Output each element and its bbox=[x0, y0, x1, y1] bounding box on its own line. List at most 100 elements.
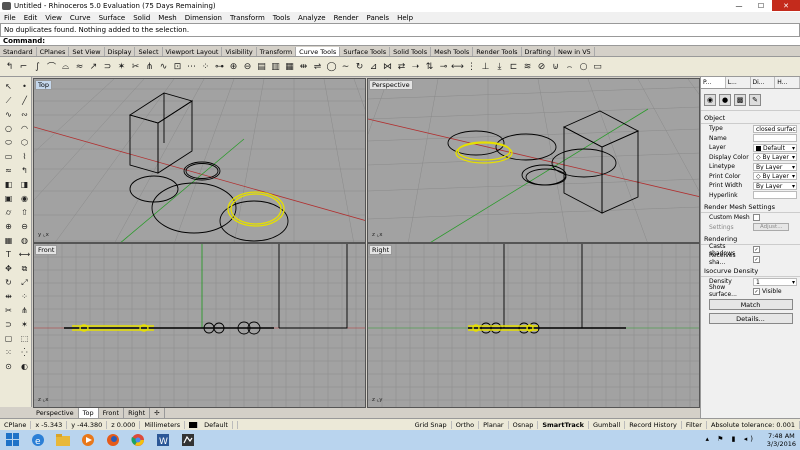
box-icon[interactable]: ▣ bbox=[2, 192, 15, 205]
viewport-front[interactable]: Front z ⌞x bbox=[33, 243, 366, 408]
bolean-2d-icon[interactable]: ⊍ bbox=[550, 60, 561, 73]
cylinder-icon[interactable]: ⌭ bbox=[2, 206, 15, 219]
extend-curve-icon[interactable]: ↗ bbox=[88, 60, 99, 73]
ends-icon[interactable]: ⊸ bbox=[438, 60, 449, 73]
connect-curves-icon[interactable]: ⌒ bbox=[46, 60, 57, 73]
point-icon[interactable]: • bbox=[18, 80, 31, 93]
ellipse-icon[interactable]: ⬭ bbox=[2, 136, 15, 149]
menu-solid[interactable]: Solid bbox=[129, 14, 154, 22]
surface-icon[interactable]: ◧ bbox=[2, 178, 15, 191]
display-color-dropdown[interactable]: ◇ By Layer bbox=[753, 153, 797, 162]
blend-curves-icon[interactable]: ∫ bbox=[32, 60, 43, 73]
tab-visibility[interactable]: Visibility bbox=[222, 47, 257, 56]
object-props-icon[interactable]: ◉ bbox=[704, 93, 716, 106]
split-left-icon[interactable]: ⋔ bbox=[18, 304, 31, 317]
tab-select[interactable]: Select bbox=[135, 47, 163, 56]
copy-icon[interactable]: ⧉ bbox=[18, 262, 31, 275]
front-objects[interactable] bbox=[64, 244, 348, 335]
menu-curve[interactable]: Curve bbox=[66, 14, 95, 22]
decal-icon[interactable]: ✎ bbox=[749, 93, 761, 106]
close-button[interactable]: ✕ bbox=[772, 0, 800, 11]
menu-analyze[interactable]: Analyze bbox=[294, 14, 330, 22]
refit-icon[interactable]: ⊿ bbox=[368, 60, 379, 73]
viewport-top[interactable]: Top y ⌞x bbox=[33, 78, 366, 243]
print-width-dropdown[interactable]: By Layer bbox=[753, 181, 797, 190]
tab-set-view[interactable]: Set View bbox=[69, 47, 105, 56]
points-off-icon[interactable]: ⁛ bbox=[18, 346, 31, 359]
arc-blend-icon[interactable]: ⌓ bbox=[60, 60, 71, 73]
interp-curve-icon[interactable]: ∾ bbox=[18, 108, 31, 121]
analyze-icon[interactable]: ⊙ bbox=[2, 360, 15, 373]
menu-dimension[interactable]: Dimension bbox=[181, 14, 226, 22]
status-gumball[interactable]: Gumball bbox=[589, 420, 626, 429]
fit-curve-icon[interactable]: ⊡ bbox=[172, 60, 183, 73]
right-objects[interactable] bbox=[468, 244, 626, 334]
group-icon[interactable]: ▢ bbox=[2, 332, 15, 345]
vp-tab-add[interactable]: ✢ bbox=[150, 408, 165, 418]
adjust-button[interactable]: Adjust... bbox=[753, 223, 790, 232]
cap-icon[interactable]: ⌢ bbox=[564, 60, 575, 73]
rectangle-icon[interactable]: ▭ bbox=[2, 150, 15, 163]
match-curve-icon[interactable]: ⇌ bbox=[312, 60, 323, 73]
project-icon[interactable]: ⊥ bbox=[480, 60, 491, 73]
join-left-icon[interactable]: ⊃ bbox=[2, 318, 15, 331]
mesh-icon[interactable]: ▦ bbox=[2, 234, 15, 247]
insert-knot-icon[interactable]: ⊕ bbox=[228, 60, 239, 73]
split-icon[interactable]: ⋔ bbox=[144, 60, 155, 73]
dimension-icon[interactable]: ⟷ bbox=[18, 248, 31, 261]
layer-dropdown[interactable]: Default bbox=[753, 143, 797, 152]
status-planar[interactable]: Planar bbox=[479, 420, 509, 429]
details-button[interactable]: Details... bbox=[708, 313, 793, 324]
polyline-icon[interactable]: ⟋ bbox=[2, 94, 15, 107]
status-smarttrack[interactable]: SmartTrack bbox=[538, 420, 589, 429]
density-field[interactable]: 1 bbox=[753, 277, 797, 286]
panel-tab-layers[interactable]: L... bbox=[726, 77, 751, 88]
vp-tab-front[interactable]: Front bbox=[99, 408, 125, 418]
status-ortho[interactable]: Ortho bbox=[452, 420, 480, 429]
menu-mesh[interactable]: Mesh bbox=[154, 14, 180, 22]
trim-left-icon[interactable]: ✂ bbox=[2, 304, 15, 317]
freeform-icon[interactable]: ⌇ bbox=[18, 150, 31, 163]
join-icon[interactable]: ⊃ bbox=[102, 60, 113, 73]
viewport-perspective[interactable]: Perspective z ⌞x bbox=[367, 78, 700, 243]
tab-surface-tools[interactable]: Surface Tools bbox=[340, 47, 391, 56]
menu-tools[interactable]: Tools bbox=[269, 14, 294, 22]
render-icon[interactable]: ◐ bbox=[18, 360, 31, 373]
hyperlink-field[interactable] bbox=[753, 191, 797, 200]
tab-transform[interactable]: Transform bbox=[257, 47, 297, 56]
boolean-diff-icon[interactable]: ⊖ bbox=[18, 220, 31, 233]
viewport-perspective-label[interactable]: Perspective bbox=[369, 80, 413, 90]
menu-help[interactable]: Help bbox=[393, 14, 417, 22]
chrome-icon[interactable] bbox=[126, 431, 150, 449]
persp-circle-objects[interactable] bbox=[447, 130, 617, 186]
box-tool-icon[interactable]: ▭ bbox=[592, 60, 603, 73]
viewport-right[interactable]: Right z ⌞y bbox=[367, 243, 700, 408]
minimize-button[interactable]: — bbox=[728, 0, 750, 11]
custom-mesh-checkbox[interactable] bbox=[753, 214, 760, 222]
offset-icon[interactable]: ≈ bbox=[2, 164, 15, 177]
word-icon[interactable]: W bbox=[151, 431, 175, 449]
maximize-button[interactable]: ☐ bbox=[750, 0, 772, 11]
menu-render[interactable]: Render bbox=[330, 14, 363, 22]
tab-mesh-tools[interactable]: Mesh Tools bbox=[431, 47, 474, 56]
fit-icon[interactable]: ▤ bbox=[256, 60, 267, 73]
points-on-icon[interactable]: ⁙ bbox=[2, 346, 15, 359]
explode-left-icon[interactable]: ✶ bbox=[18, 318, 31, 331]
fair-icon[interactable]: ▦ bbox=[284, 60, 295, 73]
rhino-taskbar-icon[interactable] bbox=[176, 431, 200, 449]
circle-objects[interactable] bbox=[129, 161, 289, 242]
fillet-icon[interactable]: ↰ bbox=[18, 164, 31, 177]
status-units[interactable]: Millimeters bbox=[140, 420, 186, 429]
tab-new-in-v5[interactable]: New in V5 bbox=[555, 47, 595, 56]
dir-icon[interactable]: ➝ bbox=[410, 60, 421, 73]
orc-icon[interactable]: ▥ bbox=[270, 60, 281, 73]
vp-tab-top[interactable]: Top bbox=[78, 408, 99, 418]
tab-viewport-layout[interactable]: Viewport Layout bbox=[163, 47, 223, 56]
vp-tab-right[interactable]: Right bbox=[124, 408, 151, 418]
menu-panels[interactable]: Panels bbox=[363, 14, 394, 22]
trim-icon[interactable]: ✂ bbox=[130, 60, 141, 73]
receives-shadows-checkbox[interactable]: ✓ bbox=[753, 255, 760, 263]
text-icon[interactable]: T bbox=[2, 248, 15, 261]
mesh-sphere-icon[interactable]: ◍ bbox=[18, 234, 31, 247]
windows-start-icon[interactable] bbox=[0, 431, 26, 449]
